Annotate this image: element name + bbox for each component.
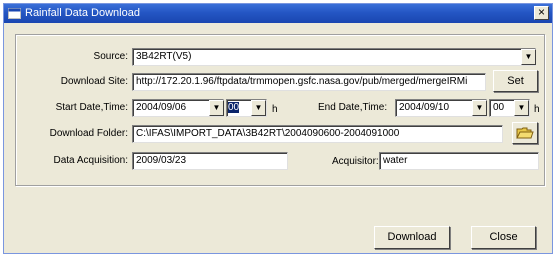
download-folder-input[interactable]: C:\IFAS\IMPORT_DATA\3B42RT\2004090600-20… (132, 125, 503, 143)
start-hour-value: 00 (228, 102, 240, 113)
data-acquisition-input[interactable]: 2009/03/23 (132, 152, 288, 170)
source-label: Source: (93, 51, 128, 62)
download-button[interactable]: Download (374, 226, 450, 249)
acquisitor-label: Acquisitor: (332, 156, 379, 167)
title-bar[interactable]: Rainfall Data Download × (4, 4, 552, 23)
download-site-label: Download Site: (60, 76, 128, 87)
data-acquisition-label: Data Acquisition: (53, 155, 129, 166)
end-hour-dropdown-button[interactable]: ▼ (514, 100, 529, 116)
chevron-down-icon: ▼ (517, 103, 526, 112)
end-datetime-label: End Date,Time: (318, 102, 388, 113)
browse-folder-button[interactable] (512, 122, 538, 144)
source-dropdown-button[interactable]: ▼ (521, 49, 536, 65)
chevron-down-icon: ▼ (212, 103, 221, 112)
start-datetime-label: Start Date,Time: (55, 102, 128, 113)
end-date-dropdown-button[interactable]: ▼ (472, 100, 487, 116)
set-site-button[interactable]: Set (493, 70, 538, 92)
open-folder-icon (516, 127, 534, 139)
chevron-down-icon: ▼ (475, 103, 484, 112)
window-title: Rainfall Data Download (25, 7, 140, 19)
app-window-icon (8, 8, 21, 19)
acquisitor-input[interactable]: water (379, 152, 539, 170)
close-window-button[interactable]: × (534, 6, 549, 20)
chevron-down-icon: ▼ (524, 52, 533, 61)
close-button[interactable]: Close (471, 226, 536, 249)
start-hour-unit: h (272, 104, 278, 115)
start-date-dropdown-button[interactable]: ▼ (209, 100, 224, 116)
download-folder-label: Download Folder: (49, 128, 128, 139)
start-hour-dropdown-button[interactable]: ▼ (251, 100, 266, 116)
download-site-input[interactable]: http://172.20.1.96/ftpdata/trmmopen.gsfc… (132, 73, 486, 91)
end-hour-unit: h (534, 104, 540, 115)
chevron-down-icon: ▼ (254, 103, 263, 112)
source-select[interactable]: 3B42RT(V5) (132, 48, 536, 66)
rainfall-download-window: Rainfall Data Download × Source: 3B42RT(… (3, 3, 553, 254)
